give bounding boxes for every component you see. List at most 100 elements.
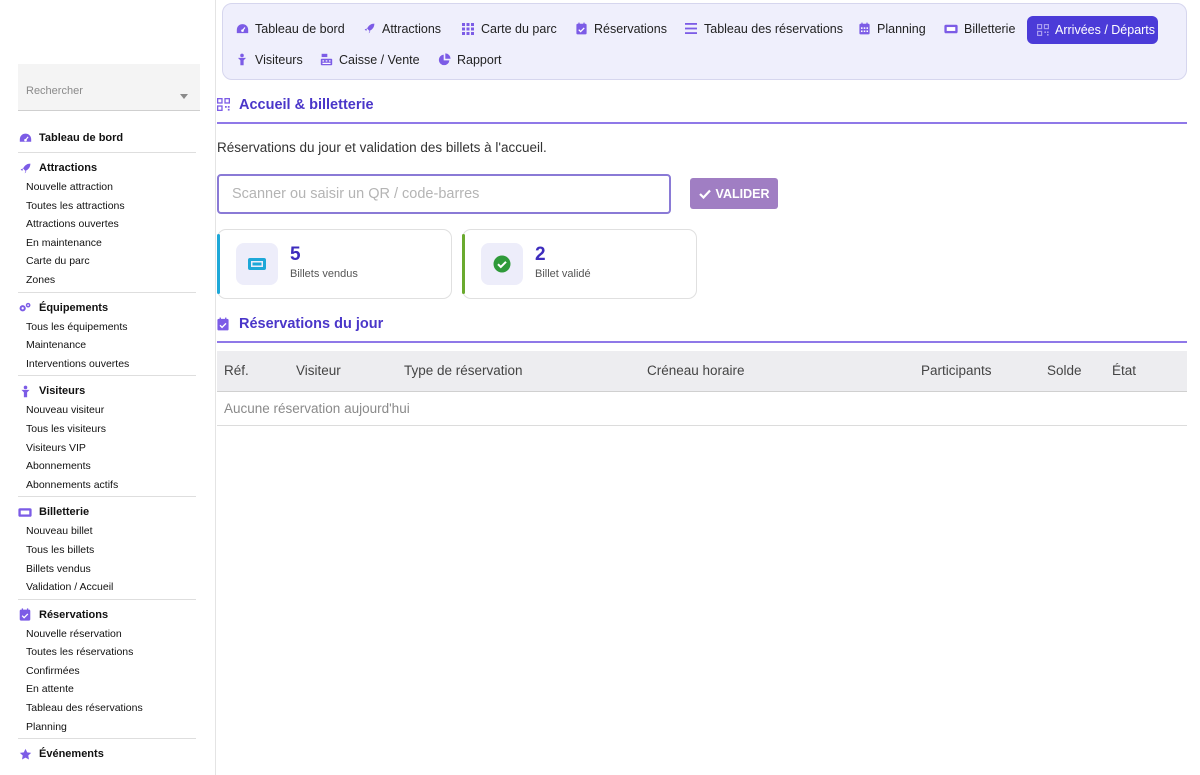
column-header[interactable]: État bbox=[1105, 351, 1187, 391]
scan-input[interactable] bbox=[217, 174, 671, 214]
column-header[interactable]: Visiteur bbox=[289, 351, 397, 391]
sidebar-item-dashboard[interactable]: Tableau de bord bbox=[18, 128, 196, 148]
tab-label: Visiteurs bbox=[255, 52, 303, 67]
stat-card-tickets-validated: 2 Billet validé bbox=[462, 229, 697, 299]
calendar-check-icon bbox=[18, 608, 32, 622]
ticket-icon bbox=[18, 505, 32, 519]
tab-label: Tableau de bord bbox=[255, 21, 345, 36]
sidebar-link[interactable]: Nouveau billet bbox=[18, 522, 196, 541]
search-label: Rechercher bbox=[26, 85, 83, 97]
sidebar-link[interactable]: Zones bbox=[18, 271, 196, 290]
sidebar-group-label: Événements bbox=[39, 748, 104, 761]
sidebar-link[interactable]: Planning bbox=[18, 718, 196, 737]
section-title-text: Réservations du jour bbox=[239, 316, 384, 332]
sidebar-nav: Tableau de bord Attractions Nouvelle att… bbox=[18, 128, 196, 771]
validate-button-label: VALIDER bbox=[715, 186, 770, 201]
grid-icon bbox=[461, 22, 475, 36]
sidebar-group-dashboard: Tableau de bord bbox=[18, 128, 196, 153]
ticket-icon bbox=[236, 243, 278, 285]
pie-chart-icon bbox=[437, 53, 451, 67]
check-icon bbox=[698, 189, 711, 199]
sidebar-link[interactable]: Tous les billets bbox=[18, 541, 196, 560]
person-icon bbox=[18, 384, 32, 398]
sidebar-item-equipements[interactable]: Équipements bbox=[18, 298, 196, 318]
tab-label: Billetterie bbox=[964, 21, 1016, 36]
tab-visiteurs[interactable]: Visiteurs bbox=[225, 46, 313, 73]
tab-label: Attractions bbox=[382, 21, 442, 36]
stat-card-tickets-sold: 5 Billets vendus bbox=[217, 229, 452, 299]
validate-button[interactable]: VALIDER bbox=[690, 178, 778, 209]
sidebar-link[interactable]: Interventions ouvertes bbox=[18, 355, 196, 374]
sidebar-link[interactable]: Toutes les attractions bbox=[18, 197, 196, 216]
sidebar-link[interactable]: Nouvelle réservation bbox=[18, 625, 196, 644]
sidebar-link[interactable]: Tableau des réservations bbox=[18, 699, 196, 718]
reservations-table: Réf. Visiteur Type de réservation Crénea… bbox=[217, 351, 1187, 426]
empty-message: Aucune réservation aujourd'hui bbox=[217, 391, 1187, 426]
rocket-icon bbox=[18, 161, 32, 175]
sidebar-item-attractions[interactable]: Attractions bbox=[18, 158, 196, 178]
sidebar-item-reservations[interactable]: Réservations bbox=[18, 605, 196, 625]
tab-label: Tableau des réservations bbox=[704, 21, 843, 36]
tab-label: Carte du parc bbox=[481, 21, 557, 36]
sidebar-item-evenements[interactable]: Événements bbox=[18, 744, 196, 764]
sidebar-link[interactable]: Billets vendus bbox=[18, 560, 196, 579]
stat-value: 2 bbox=[535, 244, 546, 265]
app-root: Rechercher Tableau de bord Attractions N… bbox=[0, 0, 1200, 775]
tab-label: Rapport bbox=[457, 52, 502, 67]
sidebar-link[interactable]: Confirmées bbox=[18, 662, 196, 681]
sidebar-link[interactable]: Tous les visiteurs bbox=[18, 420, 196, 439]
tab-caisse-vente[interactable]: Caisse / Vente bbox=[309, 46, 430, 73]
column-header[interactable]: Solde bbox=[1040, 351, 1105, 391]
cash-register-icon bbox=[319, 53, 333, 67]
sidebar-link[interactable]: En maintenance bbox=[18, 234, 196, 253]
tab-planning[interactable]: Planning bbox=[847, 15, 936, 42]
sidebar-group-label: Visiteurs bbox=[39, 385, 86, 398]
caret-down-icon[interactable] bbox=[180, 94, 188, 99]
sidebar-link[interactable]: Attractions ouvertes bbox=[18, 215, 196, 234]
sidebar-search[interactable]: Rechercher bbox=[18, 64, 200, 111]
sidebar-item-visiteurs[interactable]: Visiteurs bbox=[18, 381, 196, 401]
sidebar-group-label: Réservations bbox=[39, 608, 109, 621]
tab-rapport[interactable]: Rapport bbox=[427, 46, 511, 73]
sidebar-group-billetterie: Billetterie Nouveau billet Tous les bill… bbox=[18, 502, 196, 600]
stat-accent-bar bbox=[217, 234, 220, 294]
sidebar-link[interactable]: Toutes les réservations bbox=[18, 643, 196, 662]
tab-arrivees-departs[interactable]: Arrivées / Départs bbox=[1027, 16, 1158, 44]
tab-reservations[interactable]: Réservations bbox=[564, 15, 677, 42]
sidebar-link[interactable]: En attente bbox=[18, 680, 196, 699]
sidebar-link[interactable]: Nouvelle attraction bbox=[18, 178, 196, 197]
calendar-icon bbox=[857, 22, 871, 36]
sidebar-link[interactable]: Carte du parc bbox=[18, 252, 196, 271]
sidebar-group-visiteurs: Visiteurs Nouveau visiteur Tous les visi… bbox=[18, 381, 196, 498]
sidebar-link[interactable]: Abonnements bbox=[18, 457, 196, 476]
sidebar-link[interactable]: Tous les équipements bbox=[18, 318, 196, 337]
calendar-check-icon bbox=[574, 22, 588, 36]
stat-label: Billets vendus bbox=[290, 268, 358, 280]
sidebar-item-billetterie[interactable]: Billetterie bbox=[18, 502, 196, 522]
sidebar-link[interactable]: Validation / Accueil bbox=[18, 578, 196, 597]
sidebar-link[interactable]: Visiteurs VIP bbox=[18, 439, 196, 458]
stat-value: 5 bbox=[290, 244, 301, 265]
tab-tableau-des-reservations[interactable]: Tableau des réservations bbox=[674, 15, 853, 42]
column-header[interactable]: Participants bbox=[914, 351, 1040, 391]
tab-carte-du-parc[interactable]: Carte du parc bbox=[451, 15, 567, 42]
tab-label: Arrivées / Départs bbox=[1055, 23, 1156, 37]
list-icon bbox=[684, 22, 698, 36]
section-title-reservations: Réservations du jour bbox=[217, 316, 1187, 343]
tab-tableau-de-bord[interactable]: Tableau de bord bbox=[225, 15, 355, 42]
tab-label: Caisse / Vente bbox=[339, 52, 420, 67]
column-header[interactable]: Réf. bbox=[217, 351, 289, 391]
gears-icon bbox=[18, 301, 32, 315]
sidebar-link[interactable]: Abonnements actifs bbox=[18, 476, 196, 495]
sidebar-link[interactable]: Maintenance bbox=[18, 336, 196, 355]
tab-billetterie[interactable]: Billetterie bbox=[934, 15, 1025, 42]
qr-icon bbox=[217, 98, 231, 112]
table-header-row: Réf. Visiteur Type de réservation Crénea… bbox=[217, 351, 1187, 391]
column-header[interactable]: Créneau horaire bbox=[640, 351, 914, 391]
stat-label: Billet validé bbox=[535, 268, 591, 280]
sidebar-link[interactable]: Nouveau visiteur bbox=[18, 401, 196, 420]
tab-attractions[interactable]: Attractions bbox=[352, 15, 451, 42]
sidebar-group-equipements: Équipements Tous les équipements Mainten… bbox=[18, 298, 196, 377]
sidebar: Rechercher Tableau de bord Attractions N… bbox=[0, 0, 216, 775]
column-header[interactable]: Type de réservation bbox=[397, 351, 640, 391]
